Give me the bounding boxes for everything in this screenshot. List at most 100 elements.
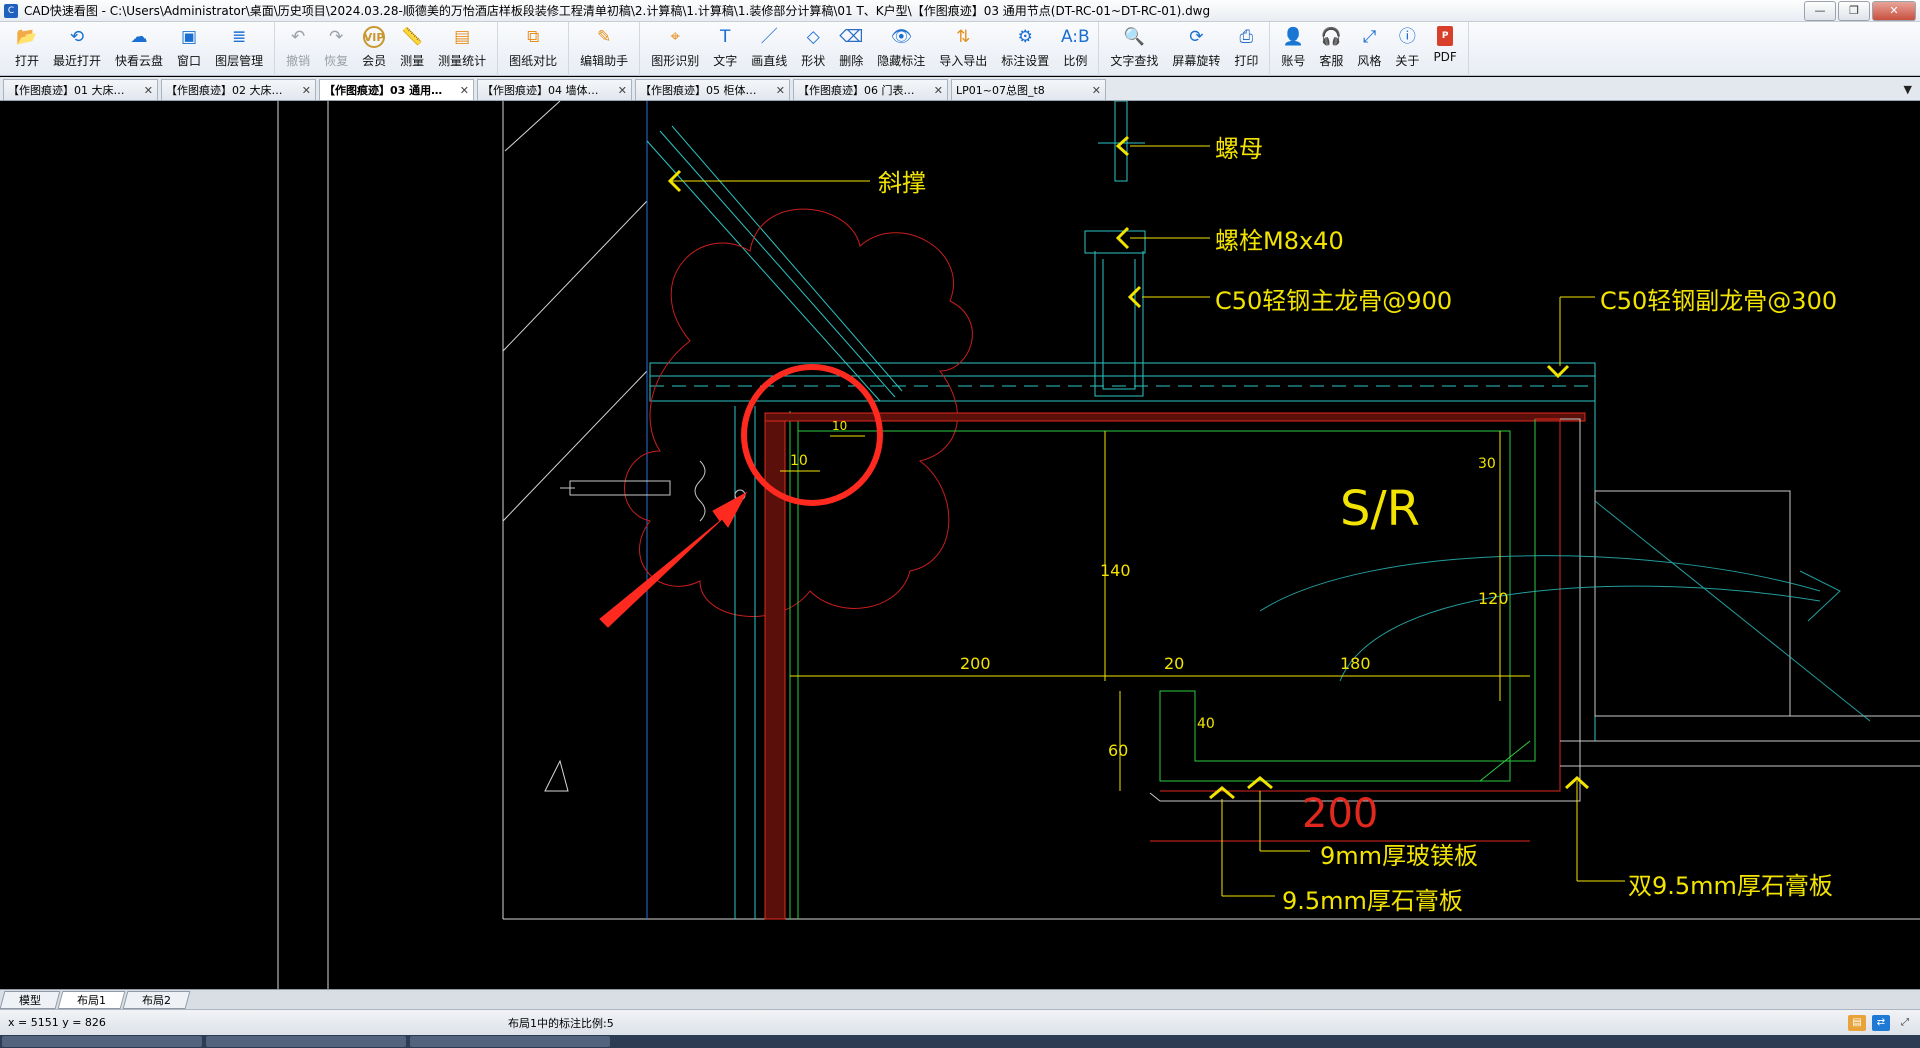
note-icon[interactable]: ▤ [1848, 1014, 1866, 1031]
scale-button[interactable]: A:B 比例 [1056, 22, 1094, 72]
open-button[interactable]: 📂 打开 [8, 22, 46, 72]
find-text-button[interactable]: 🔍 文字查找 [1103, 22, 1165, 72]
document-tab[interactable]: 【作图痕迹】03 通用… ✕ [319, 79, 474, 100]
toolbar-group: ⧉ 图纸对比 [498, 22, 570, 76]
tab-close-icon[interactable]: ✕ [144, 84, 153, 97]
shape-label: 形状 [801, 54, 826, 68]
headset-icon: 🎧 [1320, 26, 1342, 47]
find-text-label: 文字查找 [1110, 54, 1159, 68]
minimize-button[interactable]: — [1804, 0, 1836, 21]
window-label: 窗口 [177, 54, 202, 68]
layout-tab-label: 模型 [19, 993, 41, 1007]
about-button[interactable]: ⓘ 关于 [1388, 22, 1426, 72]
close-button[interactable]: ✕ [1872, 0, 1916, 21]
shape-button[interactable]: ◇ 形状 [794, 22, 832, 72]
tab-close-icon[interactable]: ✕ [776, 84, 785, 97]
edit-assistant-label: 编辑助手 [580, 54, 629, 68]
import-export-icon: ⇅ [956, 26, 971, 47]
app-logo-icon: C [4, 3, 18, 18]
document-tab[interactable]: 【作图痕迹】06 门表… ✕ [793, 79, 948, 100]
toolbar-group: ⌖ 图形识别 T 文字 ／ 画直线 ◇ 形状 ⌫ 删除 👁 隐藏标注 ⇅ 导入导出 ⚙ 标注设置 A:B 比例 [640, 22, 1100, 76]
pdf-convert-icon[interactable]: ⇄ [1872, 1014, 1890, 1031]
line-button[interactable]: ／ 画直线 [744, 22, 794, 72]
compare-button[interactable]: ⧉ 图纸对比 [502, 22, 564, 72]
open-label: 打开 [15, 54, 40, 68]
maximize-button[interactable]: ❐ [1838, 0, 1870, 21]
account-button[interactable]: 👤 账号 [1274, 22, 1312, 72]
cursor-coordinates: x = 5151 y = 826 [8, 1016, 106, 1029]
clock-icon: ⟲ [69, 26, 85, 47]
tab-close-icon[interactable]: ✕ [934, 84, 943, 97]
erase-button[interactable]: ⌫ 删除 [832, 22, 870, 72]
undo-label: 撤销 [286, 54, 311, 68]
label-brace: 斜撑 [878, 169, 926, 197]
text-button[interactable]: T 文字 [706, 22, 744, 72]
tab-close-icon[interactable]: ✕ [302, 84, 311, 97]
document-tab[interactable]: 【作图痕迹】02 大床… ✕ [161, 79, 316, 100]
shape-icon: ◇ [806, 26, 820, 47]
print-button[interactable]: ⎙ 打印 [1227, 22, 1265, 72]
edit-icon: ✎ [597, 26, 612, 47]
window-controls: — ❐ ✕ [1804, 0, 1916, 21]
edit-assistant-button[interactable]: ✎ 编辑助手 [573, 22, 635, 72]
import-export-button[interactable]: ⇅ 导入导出 [932, 22, 994, 72]
recent-button[interactable]: ⟲ 最近打开 [46, 22, 108, 72]
tab-label: 【作图痕迹】05 柜体… [640, 84, 757, 97]
toolbar-group: 📂 打开 ⟲ 最近打开 ☁ 快看云盘 ▣ 窗口 ≣ 图层管理 [4, 22, 276, 76]
layout-tab-bar: 模型 布局1 布局2 [0, 989, 1920, 1009]
user-icon: 👤 [1282, 26, 1304, 47]
redo-button[interactable]: ↷ 恢复 [317, 22, 355, 72]
hide-annotation-label: 隐藏标注 [877, 54, 926, 68]
vip-button[interactable]: VIP 会员 [355, 22, 393, 72]
document-tab[interactable]: 【作图痕迹】04 墙体… ✕ [477, 79, 632, 100]
layout-tab[interactable]: 布局1 [57, 990, 126, 1009]
cloud-label: 快看云盘 [115, 54, 164, 68]
shape-recognition-button[interactable]: ⌖ 图形识别 [644, 22, 706, 72]
support-button[interactable]: 🎧 客服 [1312, 22, 1350, 72]
layout-tab[interactable]: 布局2 [122, 990, 191, 1009]
drawing-canvas[interactable]: 斜撑 螺母 螺栓M8x40 C50轻钢主龙骨@900 C50轻钢副龙骨@300 … [0, 101, 1920, 989]
hide-annotation-button[interactable]: 👁 隐藏标注 [870, 22, 932, 72]
tab-list-dropdown-icon[interactable]: ▼ [1904, 83, 1912, 100]
rotate-screen-button[interactable]: ⟳ 屏幕旋转 [1165, 22, 1227, 72]
pdf-button[interactable]: P PDF [1426, 22, 1463, 72]
measure-stats-button[interactable]: ▤ 测量统计 [431, 22, 493, 72]
document-tab[interactable]: LP01~07总图_t8 ✕ [951, 79, 1106, 100]
line-label: 画直线 [751, 54, 788, 68]
text-label: 文字 [713, 54, 738, 68]
ruler-icon: 📏 [401, 26, 423, 47]
measure-stats-label: 测量统计 [438, 54, 487, 68]
pdf-label: PDF [1433, 50, 1457, 64]
layers-button[interactable]: ≣ 图层管理 [208, 22, 270, 72]
fullscreen-icon[interactable]: ⤢ [1896, 1015, 1914, 1031]
info-icon: ⓘ [1398, 26, 1416, 47]
annotation-settings-button[interactable]: ⚙ 标注设置 [994, 22, 1056, 72]
print-label: 打印 [1234, 54, 1259, 68]
compare-icon: ⧉ [527, 26, 540, 47]
tab-close-icon[interactable]: ✕ [460, 84, 469, 97]
document-tab[interactable]: 【作图痕迹】01 大床… ✕ [3, 79, 158, 100]
taskbar-item[interactable] [410, 1036, 610, 1047]
taskbar-item[interactable] [2, 1036, 202, 1047]
cloud-button[interactable]: ☁ 快看云盘 [108, 22, 170, 72]
eye-icon: 👁 [890, 26, 913, 47]
tab-close-icon[interactable]: ✕ [618, 84, 627, 97]
window-button[interactable]: ▣ 窗口 [170, 22, 208, 72]
text-icon: T [720, 26, 731, 47]
document-tab[interactable]: 【作图痕迹】05 柜体… ✕ [635, 79, 790, 100]
undo-button[interactable]: ↶ 撤销 [279, 22, 317, 72]
tab-close-icon[interactable]: ✕ [1092, 84, 1101, 97]
tab-label: LP01~07总图_t8 [956, 84, 1045, 97]
dimension-text: 10 [790, 453, 808, 469]
dimension-text: 60 [1108, 741, 1129, 760]
dimension-text: 200 [960, 654, 991, 673]
erase-label: 删除 [839, 54, 864, 68]
toolbar-group: ↶ 撤销 ↷ 恢复 VIP 会员 📏 测量 ▤ 测量统计 [275, 22, 499, 76]
main-toolbar: 📂 打开 ⟲ 最近打开 ☁ 快看云盘 ▣ 窗口 ≣ 图层管理 ↶ 撤销 ↷ 恢复 VIP 会员 📏 测量 ▤ 测量统计… [0, 22, 1920, 76]
style-button[interactable]: ⤢ 风格 [1350, 22, 1388, 72]
layout-tab[interactable]: 模型 [0, 990, 61, 1009]
taskbar-item[interactable] [206, 1036, 406, 1047]
measure-button[interactable]: 📏 测量 [393, 22, 431, 72]
import-export-label: 导入导出 [939, 54, 988, 68]
title-bar: C CAD快速看图 - C:\Users\Administrator\桌面\历史… [0, 0, 1920, 22]
